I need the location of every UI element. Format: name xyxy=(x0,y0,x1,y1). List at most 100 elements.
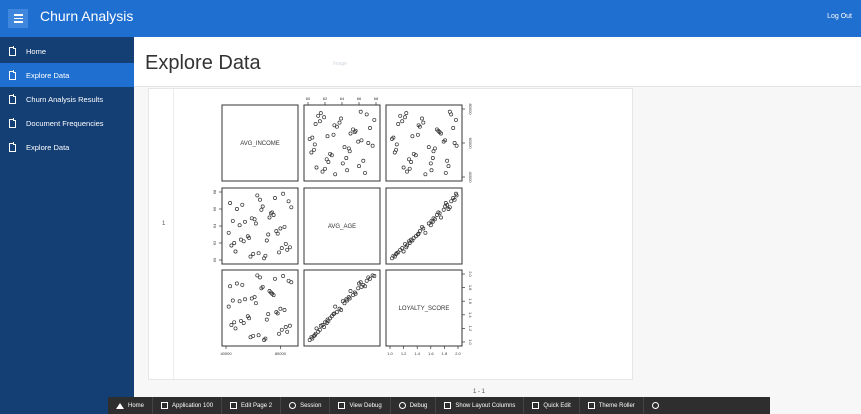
scatter-point xyxy=(313,122,318,126)
edit-page-icon xyxy=(230,402,238,409)
tick-label: 1.8 xyxy=(442,351,448,356)
scatter-point xyxy=(366,141,371,145)
dev-settings-button[interactable] xyxy=(644,397,667,414)
scatter-point xyxy=(286,278,291,283)
tick-label: 66 xyxy=(212,206,217,211)
scatter-point xyxy=(401,165,406,170)
gear-icon xyxy=(651,402,659,409)
scatter-point xyxy=(368,126,372,130)
tick-label: 60000 xyxy=(468,137,473,149)
scatter-point xyxy=(273,196,277,200)
scatter-point xyxy=(283,325,288,329)
scatter-point xyxy=(266,312,271,317)
edit-app-icon xyxy=(161,402,169,409)
scatter-point xyxy=(361,158,366,163)
scatter-point xyxy=(348,131,353,136)
dev-layout-columns-button[interactable]: Show Layout Columns xyxy=(436,397,525,414)
scatter-point xyxy=(229,323,234,327)
scatter-point xyxy=(233,326,238,331)
scatter-point xyxy=(423,230,428,235)
scatter-point xyxy=(314,165,319,170)
scatter-point xyxy=(256,251,261,256)
home-icon xyxy=(116,402,124,409)
scatter-point xyxy=(364,112,369,117)
tick-label: 40000 xyxy=(468,171,473,183)
dev-theme-roller-label: Theme Roller xyxy=(598,402,635,409)
scatter-point xyxy=(394,142,399,147)
scatter-point xyxy=(443,170,448,175)
scatter-point xyxy=(264,317,269,322)
tick-label: 2.0 xyxy=(455,351,461,356)
scatter-point xyxy=(230,218,235,223)
scatter-point xyxy=(275,231,280,236)
scatter-point xyxy=(337,120,342,125)
scatter-point xyxy=(451,126,456,130)
scatter-point xyxy=(279,246,284,251)
dev-session-label: Session xyxy=(300,402,322,409)
dev-theme-roller-button[interactable]: Theme Roller xyxy=(580,397,644,414)
tick-label: 1.2 xyxy=(401,351,407,356)
dev-edit-page-button[interactable]: Edit Page 2 xyxy=(222,397,282,414)
scatter-point xyxy=(241,321,246,325)
scatter-point xyxy=(325,134,330,139)
variable-label: AVG_AGE xyxy=(328,224,356,230)
dev-session-button[interactable]: Session xyxy=(281,397,331,414)
scatter-point xyxy=(400,119,405,124)
scatter-point xyxy=(285,329,290,334)
scatter-point xyxy=(230,298,235,303)
scatter-point xyxy=(363,170,367,175)
scatter-point xyxy=(249,296,254,301)
scatter-point xyxy=(401,249,406,254)
scatter-point xyxy=(255,193,260,198)
scatter-point xyxy=(281,274,286,278)
tick-label: 80000 xyxy=(275,351,287,356)
theme-roller-icon xyxy=(587,402,595,409)
scatter-point xyxy=(348,289,353,293)
scatter-point xyxy=(289,205,294,210)
scatter-point xyxy=(332,123,337,128)
dev-home-button[interactable]: Home xyxy=(108,397,154,414)
scatter-point xyxy=(398,113,403,118)
scatter-point xyxy=(358,109,363,114)
dev-debug-label: Debug xyxy=(409,402,428,409)
tick-label: 66 xyxy=(357,96,362,101)
tick-label: 60 xyxy=(212,257,217,262)
scatter-point xyxy=(228,284,233,289)
scatter-point xyxy=(370,143,375,148)
dev-application-label: Application 100 xyxy=(172,402,214,409)
quick-edit-icon xyxy=(532,402,540,409)
scatter-point xyxy=(396,122,401,126)
tick-label: 64 xyxy=(340,96,345,101)
tick-label: 68 xyxy=(374,96,379,101)
scatter-point xyxy=(446,164,451,169)
tick-label: 1.6 xyxy=(428,351,434,356)
scatter-point xyxy=(428,161,433,166)
tick-label: 60 xyxy=(306,96,311,101)
scatter-point xyxy=(423,172,428,177)
dev-application-button[interactable]: Application 100 xyxy=(153,397,223,414)
scatter-point xyxy=(345,168,350,173)
scatter-point xyxy=(333,304,338,309)
scatter-point xyxy=(333,172,338,177)
dev-debug-button[interactable]: Debug xyxy=(391,397,437,414)
scatter-point xyxy=(309,150,314,155)
dev-layout-columns-label: Show Layout Columns xyxy=(455,402,516,409)
scatter-point xyxy=(283,241,288,246)
scatter-point xyxy=(359,284,364,289)
scatter-point xyxy=(226,304,231,309)
scatter-point xyxy=(281,191,286,196)
scatter-point xyxy=(282,308,287,312)
scatter-point xyxy=(278,226,283,231)
scatter-point xyxy=(240,202,245,207)
dev-view-debug-button[interactable]: View Debug xyxy=(330,397,391,414)
scatter-point xyxy=(357,164,361,169)
dev-quick-edit-button[interactable]: Quick Edit xyxy=(524,397,580,414)
scatter-point xyxy=(312,147,316,152)
scatter-point xyxy=(279,327,284,332)
scatter-point xyxy=(405,169,409,174)
scatter-point xyxy=(356,139,361,144)
scatter-point xyxy=(410,134,415,139)
scatter-point xyxy=(403,115,407,120)
scatter-point xyxy=(237,299,242,304)
tick-label: 1.6 xyxy=(468,298,473,304)
